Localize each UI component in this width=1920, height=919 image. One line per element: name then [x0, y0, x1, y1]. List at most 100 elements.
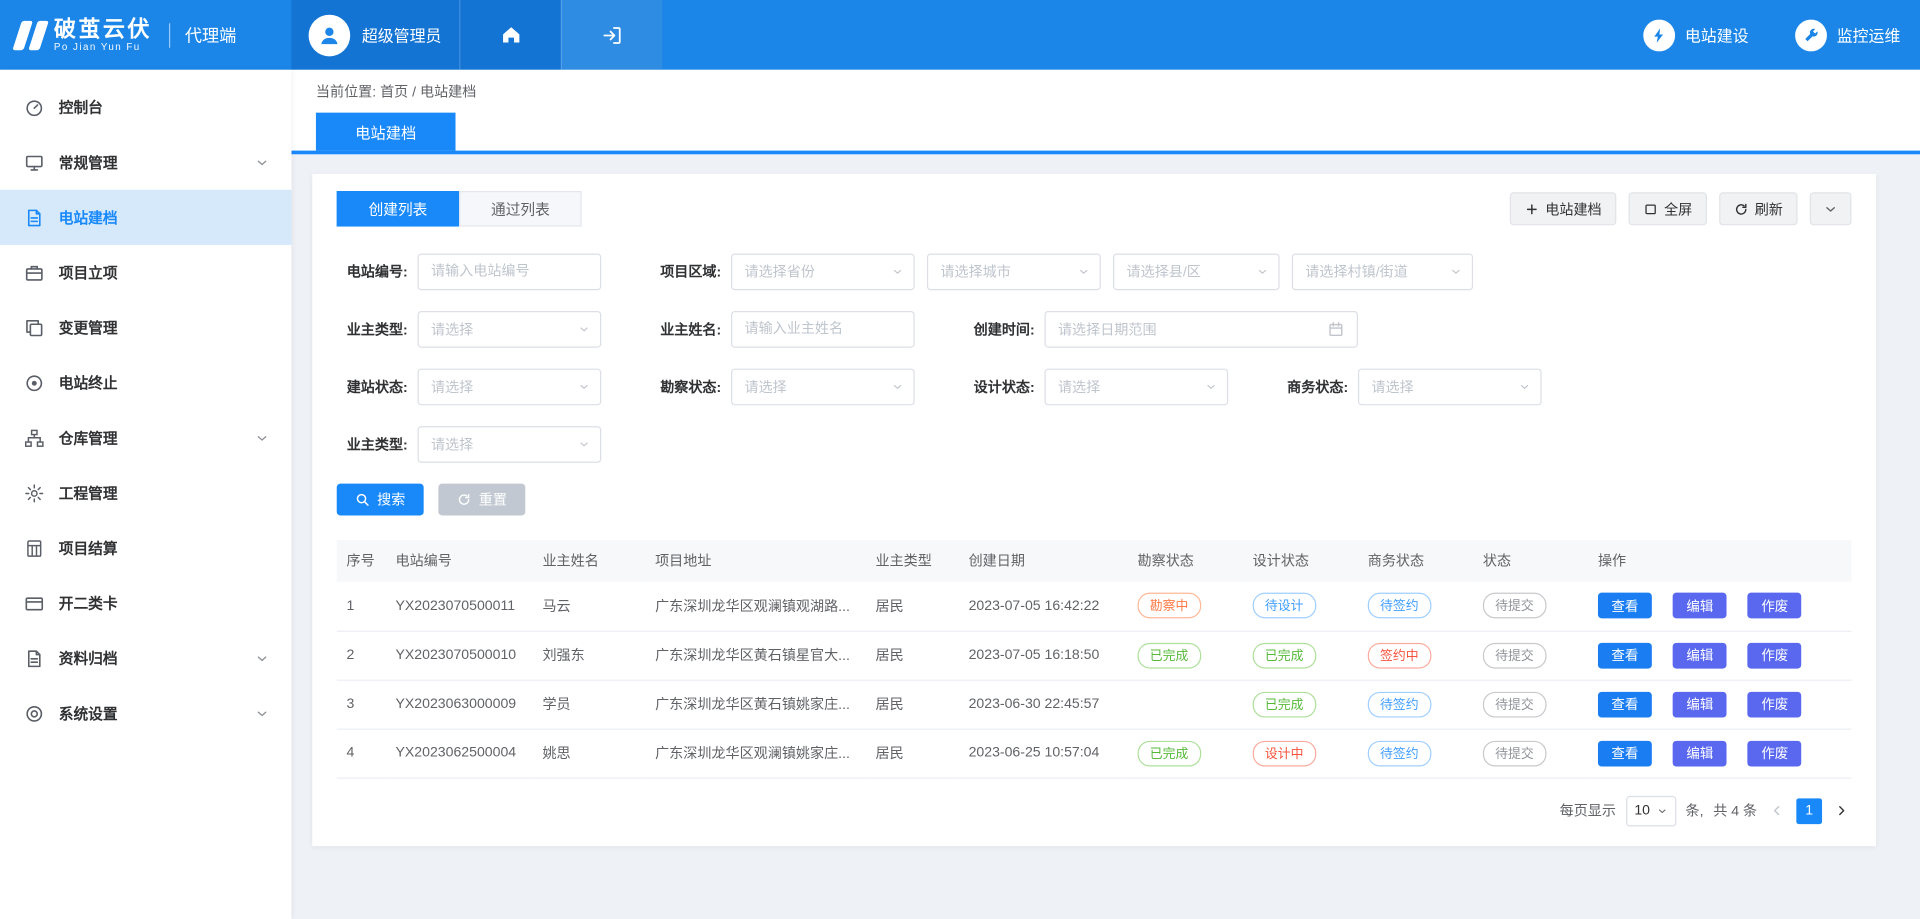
sidebar-item-change-mgmt[interactable]: 变更管理 [0, 300, 291, 355]
business-status-badge: 签约中 [1368, 642, 1431, 668]
void-button[interactable]: 作废 [1748, 740, 1802, 766]
view-button[interactable]: 查看 [1598, 691, 1652, 717]
collapse-filters-button[interactable] [1810, 192, 1852, 225]
search-button[interactable]: 搜索 [337, 484, 424, 516]
page-1-button[interactable]: 1 [1796, 798, 1822, 824]
breadcrumb-current: 电站建档 [420, 86, 476, 101]
tab-create-list[interactable]: 创建列表 [337, 191, 459, 227]
view-button[interactable]: 查看 [1598, 593, 1652, 619]
edit-button[interactable]: 编辑 [1673, 642, 1727, 668]
next-page-button[interactable] [1832, 801, 1852, 821]
design-status-badge: 已完成 [1253, 691, 1316, 717]
nav-station-build[interactable]: 电站建设 [1643, 0, 1748, 70]
sidebar-item-engineering-mgmt[interactable]: 工程管理 [0, 465, 291, 520]
sidebar-item-station-termination[interactable]: 电站终止 [0, 355, 291, 410]
home-button[interactable] [459, 0, 561, 70]
edit-button[interactable]: 编辑 [1673, 691, 1727, 717]
user-menu[interactable]: 超级管理员 [291, 0, 459, 70]
breadcrumb: 当前位置: 首页 / 电站建档 [291, 70, 1920, 113]
sidebar: 控制台 常规管理 电站建档 项目立项 变更管理 电站终止 [0, 70, 291, 919]
column-header: 业主类型 [866, 540, 959, 582]
copy-icon [24, 318, 44, 338]
filter-label: 电站编号: [337, 262, 408, 282]
survey-status-badge: 已完成 [1138, 740, 1201, 766]
column-header: 操作 [1588, 540, 1851, 582]
per-page-label: 每页显示 [1560, 801, 1616, 821]
design-status-badge: 已完成 [1253, 642, 1316, 668]
sidebar-item-project-initiation[interactable]: 项目立项 [0, 245, 291, 300]
station-no-input[interactable] [418, 253, 602, 290]
page-tab-station-archive[interactable]: 电站建档 [316, 113, 456, 151]
owner-name-input[interactable] [731, 311, 915, 348]
sidebar-item-label: 项目立项 [59, 262, 270, 283]
chevron-down-icon [578, 381, 590, 393]
chevron-down-icon [1518, 381, 1530, 393]
column-header: 项目地址 [645, 540, 865, 582]
sidebar-item-warehouse-mgmt[interactable]: 仓库管理 [0, 410, 291, 465]
owner-type2-select[interactable]: 请选择 [418, 426, 602, 463]
sidebar-item-console[interactable]: 控制台 [0, 80, 291, 135]
survey-status-badge: 勘察中 [1138, 593, 1201, 619]
logout-button[interactable] [561, 0, 663, 70]
void-button[interactable]: 作废 [1748, 642, 1802, 668]
filter-label: 设计状态: [964, 377, 1035, 397]
sidebar-item-station-archive[interactable]: 电站建档 [0, 190, 291, 245]
fullscreen-icon [1643, 201, 1658, 216]
per-page-select[interactable]: 10 [1626, 795, 1676, 826]
edit-button[interactable]: 编辑 [1673, 593, 1727, 619]
station-archive-panel: 创建列表 通过列表 电站建档 全屏 [312, 174, 1876, 846]
filter-form: 电站编号: 项目区域: 请选择省份 请选择城市 [337, 253, 1852, 462]
survey-status-select[interactable]: 请选择 [731, 369, 915, 406]
void-button[interactable]: 作废 [1748, 691, 1802, 717]
chevron-down-icon [1205, 381, 1217, 393]
prev-page-button[interactable] [1767, 801, 1787, 821]
nav-monitor-ops[interactable]: 监控运维 [1795, 0, 1900, 70]
business-status-badge: 待签约 [1368, 740, 1431, 766]
brand-divider [169, 23, 170, 47]
chevron-down-icon [1256, 266, 1268, 278]
sidebar-item-label: 仓库管理 [59, 427, 240, 448]
stop-circle-icon [24, 373, 44, 393]
sidebar-item-label: 开二类卡 [59, 593, 270, 614]
chevron-down-icon [1450, 266, 1462, 278]
column-header: 状态 [1473, 540, 1588, 582]
breadcrumb-home[interactable]: 首页 [380, 86, 408, 101]
create-time-range-picker[interactable]: 请选择日期范围 [1044, 311, 1357, 348]
sidebar-item-general-mgmt[interactable]: 常规管理 [0, 135, 291, 190]
city-select[interactable]: 请选择城市 [927, 253, 1101, 290]
reset-button[interactable]: 重置 [438, 484, 525, 516]
chevron-right-icon [1834, 803, 1849, 818]
tab-passed-list[interactable]: 通过列表 [459, 191, 581, 227]
business-status-select[interactable]: 请选择 [1358, 369, 1542, 406]
filter-label: 商务状态: [1277, 377, 1348, 397]
create-station-button[interactable]: 电站建档 [1510, 192, 1617, 225]
owner-type-select[interactable]: 请选择 [418, 311, 602, 348]
void-button[interactable]: 作废 [1748, 593, 1802, 619]
business-status-badge: 待签约 [1368, 691, 1431, 717]
column-header: 创建日期 [959, 540, 1128, 582]
reset-icon [457, 492, 472, 507]
view-button[interactable]: 查看 [1598, 740, 1652, 766]
sidebar-item-system-settings[interactable]: 系统设置 [0, 686, 291, 741]
town-select[interactable]: 请选择村镇/街道 [1292, 253, 1473, 290]
gear-icon [24, 483, 44, 503]
briefcase-icon [24, 263, 44, 283]
sidebar-item-type2-card[interactable]: 开二类卡 [0, 576, 291, 631]
sidebar-item-project-settlement[interactable]: 项目结算 [0, 520, 291, 575]
design-status-select[interactable]: 请选择 [1044, 369, 1228, 406]
province-select[interactable]: 请选择省份 [731, 253, 915, 290]
app-root: 破茧云伏 Po Jian Yun Fu 代理端 超级管理员 电站建设 监控运维 [0, 0, 1920, 919]
filter-label: 建站状态: [337, 377, 408, 397]
sidebar-item-data-archive[interactable]: 资料归档 [0, 631, 291, 686]
chevron-left-icon [1769, 803, 1784, 818]
edit-button[interactable]: 编辑 [1673, 740, 1727, 766]
build-status-select[interactable]: 请选择 [418, 369, 602, 406]
refresh-button[interactable]: 刷新 [1719, 192, 1797, 225]
chevron-down-icon [578, 438, 590, 450]
county-select[interactable]: 请选择县/区 [1113, 253, 1280, 290]
fullscreen-button[interactable]: 全屏 [1629, 192, 1707, 225]
status-badge: 待提交 [1483, 740, 1546, 766]
sidebar-item-label: 项目结算 [59, 538, 270, 559]
view-button[interactable]: 查看 [1598, 642, 1652, 668]
column-header: 勘察状态 [1128, 540, 1243, 582]
